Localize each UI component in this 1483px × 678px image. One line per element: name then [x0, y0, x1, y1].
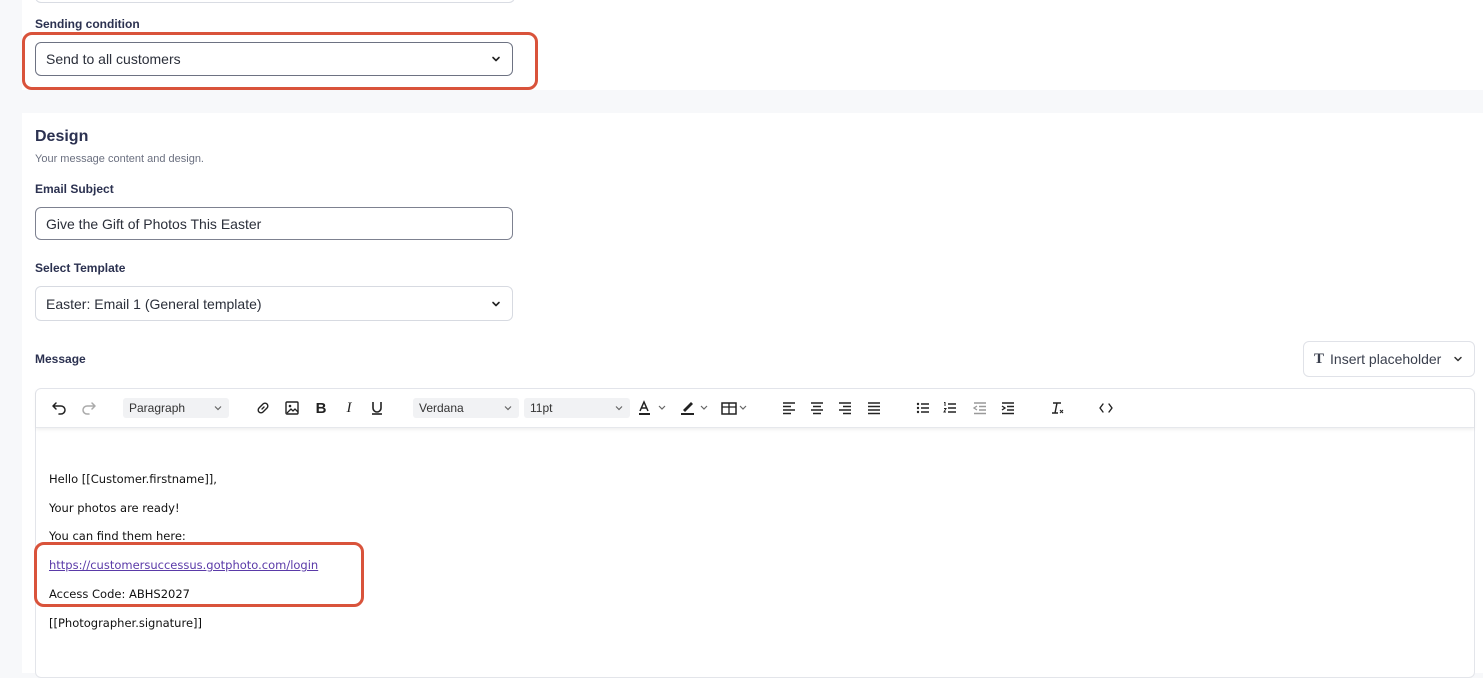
block-format-value: Paragraph — [129, 401, 186, 415]
undo-icon[interactable] — [49, 398, 69, 418]
login-link[interactable]: https://customersuccessus.gotphoto.com/l… — [49, 558, 318, 572]
access-code-line: Access Code: ABHS2027 — [49, 587, 190, 601]
chevron-down-icon — [213, 403, 223, 413]
highlight-icon[interactable] — [678, 398, 714, 418]
italic-icon[interactable]: I — [339, 398, 359, 418]
image-icon[interactable] — [282, 398, 302, 418]
insert-placeholder-button[interactable]: T Insert placeholder — [1303, 341, 1475, 377]
chevron-down-icon — [503, 403, 513, 413]
insert-placeholder-label: Insert placeholder — [1330, 351, 1442, 367]
text-placeholder-icon: T — [1314, 350, 1325, 367]
design-subtitle: Your message content and design. — [35, 153, 204, 165]
align-left-icon[interactable] — [779, 398, 799, 418]
previous-field[interactable] — [35, 0, 515, 3]
font-family-dropdown[interactable]: Verdana — [413, 398, 519, 418]
message-label: Message — [35, 352, 86, 366]
text-color-icon[interactable] — [636, 398, 672, 418]
align-right-icon[interactable] — [835, 398, 855, 418]
indent-icon[interactable] — [998, 398, 1018, 418]
chevron-down-icon — [614, 403, 624, 413]
font-family-value: Verdana — [419, 401, 464, 415]
outdent-icon[interactable] — [970, 398, 990, 418]
chevron-down-icon — [490, 298, 502, 310]
chevron-down-icon — [490, 53, 502, 65]
numbered-list-icon[interactable] — [940, 398, 960, 418]
bullet-list-icon[interactable] — [913, 398, 933, 418]
link-icon[interactable] — [253, 398, 273, 418]
message-line-ready: Your photos are ready! — [49, 501, 180, 515]
clear-format-icon[interactable] — [1047, 398, 1067, 418]
align-justify-icon[interactable] — [864, 398, 884, 418]
block-format-dropdown[interactable]: Paragraph — [123, 398, 229, 418]
message-editor[interactable]: Paragraph B I Verdana 11pt Hello [[Custo… — [35, 388, 1475, 678]
table-icon[interactable] — [719, 398, 755, 418]
chevron-down-icon — [1452, 353, 1464, 365]
underline-icon[interactable] — [367, 398, 387, 418]
email-subject-label: Email Subject — [35, 182, 114, 196]
email-subject-input[interactable]: Give the Gift of Photos This Easter — [35, 207, 513, 240]
sending-condition-value: Send to all customers — [46, 51, 181, 67]
design-title: Design — [35, 128, 89, 145]
signature-placeholder: [[Photographer.signature]] — [49, 616, 202, 630]
font-size-dropdown[interactable]: 11pt — [524, 398, 630, 418]
editor-toolbar: Paragraph B I Verdana 11pt — [36, 389, 1474, 428]
template-select[interactable]: Easter: Email 1 (General template) — [35, 286, 513, 321]
message-line-find: You can find them here: — [49, 529, 186, 543]
template-value: Easter: Email 1 (General template) — [46, 295, 262, 312]
sending-condition-select[interactable]: Send to all customers — [35, 42, 513, 76]
redo-icon[interactable] — [79, 398, 99, 418]
message-greeting: Hello [[Customer.firstname]], — [49, 472, 217, 486]
sending-condition-label: Sending condition — [35, 17, 140, 31]
align-center-icon[interactable] — [807, 398, 827, 418]
source-code-icon[interactable] — [1096, 398, 1116, 418]
font-size-value: 11pt — [530, 401, 553, 415]
bold-icon[interactable]: B — [311, 398, 331, 418]
select-template-label: Select Template — [35, 261, 126, 275]
email-subject-value: Give the Gift of Photos This Easter — [46, 215, 262, 232]
